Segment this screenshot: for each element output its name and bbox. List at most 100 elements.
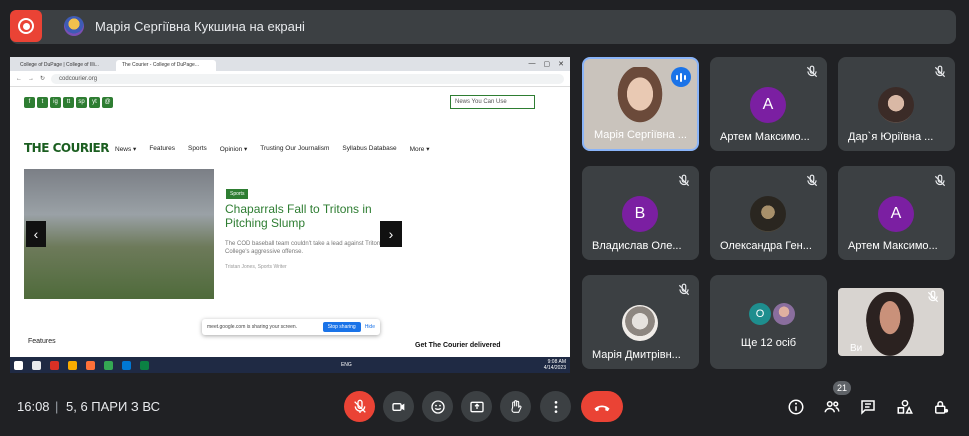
- lang-indicator: ENG: [340, 362, 352, 368]
- participant-tile[interactable]: А Артем Максимо...: [838, 166, 955, 260]
- avatar: [773, 303, 795, 325]
- participant-name: Артем Максимо...: [848, 240, 938, 252]
- tiktok-icon: tt: [63, 97, 74, 108]
- avatar: О: [749, 303, 771, 325]
- reactions-button[interactable]: [422, 391, 453, 422]
- raise-hand-button[interactable]: [500, 391, 531, 422]
- site-search-input: News You Can Use: [450, 95, 535, 109]
- participant-video: [614, 67, 666, 127]
- more-avatars: О: [749, 303, 795, 325]
- browser-tab-active: The Courier - College of DuPage...: [116, 60, 216, 71]
- info-icon: [788, 399, 804, 415]
- hero-image: ‹: [24, 169, 214, 299]
- avatar: А: [750, 87, 786, 123]
- participant-name: Дар`я Юріївна ...: [848, 131, 934, 143]
- separator: |: [55, 399, 59, 414]
- browser-tab: College of DuPage | College of Illi...: [20, 62, 99, 68]
- participant-tile[interactable]: Дар`я Юріївна ...: [838, 57, 955, 151]
- search-icon: [32, 360, 41, 370]
- mic-off-icon: [353, 399, 366, 413]
- site-nav: News ▾ Features Sports Opinion ▾ Trustin…: [115, 145, 429, 153]
- participant-tile[interactable]: Марія Сергіївна ...: [582, 57, 699, 151]
- hero-title: Chaparrals Fall to Tritons in Pitching S…: [225, 202, 372, 230]
- reload-icon: ↻: [40, 76, 46, 82]
- participant-tile[interactable]: А Артем Максимо...: [710, 57, 827, 151]
- twitter-icon: t: [37, 97, 48, 108]
- youtube-icon: yt: [89, 97, 100, 108]
- leave-call-button[interactable]: [581, 391, 623, 422]
- participant-tile[interactable]: Олександра Ген...: [710, 166, 827, 260]
- present-button[interactable]: [461, 391, 492, 422]
- hang-up-icon: [594, 405, 610, 411]
- record-icon: [18, 18, 34, 34]
- participant-name: Марія Сергіївна ...: [594, 129, 687, 141]
- participant-tile[interactable]: В Владислав Оле...: [582, 166, 699, 260]
- mic-off-icon: [806, 65, 818, 78]
- avatar: [622, 305, 658, 341]
- app-icon: [140, 360, 149, 370]
- speaking-icon: [671, 67, 691, 87]
- mic-off-icon: [927, 290, 939, 303]
- people-button[interactable]: [822, 397, 842, 417]
- browser-tabbar: College of DuPage | College of Illi... T…: [10, 57, 570, 71]
- nav-item: Opinion ▾: [219, 146, 248, 153]
- hero-description: The COD baseball team couldn't take a le…: [225, 241, 381, 255]
- hero-tag: Sports: [226, 189, 249, 199]
- more-participants-tile[interactable]: О Ще 12 осіб: [710, 275, 827, 369]
- emoji-icon: [430, 399, 445, 414]
- meeting-title: 5, 6 ПАРИ З ВС: [66, 399, 161, 414]
- hero-byline: Tristan Jones, Sports Writer: [225, 264, 287, 270]
- stop-sharing-button[interactable]: Stop sharing: [322, 322, 361, 332]
- avatar: [750, 196, 786, 232]
- os-clock: 9:08 AM 4/14/2023: [543, 359, 566, 371]
- participants-count-badge: 21: [833, 381, 852, 395]
- participant-name: Артем Максимо...: [720, 131, 810, 143]
- avatar: [878, 87, 914, 123]
- email-icon: @: [102, 97, 113, 108]
- self-view-tile[interactable]: Ви: [838, 288, 944, 356]
- recording-button[interactable]: [10, 10, 42, 42]
- window-controls: — ▢ ✕: [528, 60, 565, 68]
- participant-name: Владислав Оле...: [592, 240, 682, 252]
- camera-toggle-button[interactable]: [383, 391, 414, 422]
- mic-off-icon: [806, 174, 818, 187]
- nav-item: News ▾: [115, 146, 137, 153]
- shapes-icon: [897, 399, 913, 414]
- nav-item: Trusting Our Journalism: [260, 145, 330, 152]
- participant-name: Ви: [850, 343, 863, 354]
- chat-button[interactable]: [858, 397, 878, 417]
- sharing-notice-text: meet.google.com is sharing your screen.: [207, 324, 298, 330]
- url-field: codcourier.org: [51, 73, 564, 84]
- firefox-icon: [86, 360, 95, 370]
- meeting-details-button[interactable]: [786, 397, 806, 417]
- edge-icon: [122, 360, 131, 370]
- participant-tile[interactable]: Марія Дмитрівн...: [582, 275, 699, 369]
- facebook-icon: f: [24, 97, 35, 108]
- hide-button[interactable]: Hide: [365, 324, 375, 330]
- chrome-icon: [104, 360, 113, 370]
- hand-icon: [510, 399, 522, 413]
- activities-button[interactable]: [895, 397, 915, 417]
- self-video: [866, 292, 914, 356]
- mic-toggle-button[interactable]: [344, 391, 375, 422]
- more-options-button[interactable]: [540, 391, 571, 422]
- shared-screen: College of DuPage | College of Illi... T…: [10, 57, 570, 373]
- site-logo: THE COURIER: [24, 141, 110, 155]
- social-icons: f t ig tt sp yt @: [24, 97, 113, 108]
- app-icon: [50, 360, 59, 370]
- section-label: Features: [28, 338, 56, 345]
- promo-text: Get The Courier delivered: [415, 342, 501, 349]
- lock-person-icon: [935, 401, 949, 414]
- presenter-avatar: [64, 16, 84, 36]
- nav-item: Sports: [187, 145, 207, 152]
- nav-item: More ▾: [409, 146, 430, 153]
- address-bar: ← → ↻ codcourier.org: [10, 71, 570, 87]
- sharing-notice: meet.google.com is sharing your screen. …: [202, 319, 380, 335]
- presenting-label: Марія Сергіївна Кукшина на екрані: [95, 19, 305, 34]
- nav-item: Syllabus Database: [342, 145, 397, 152]
- mic-off-icon: [678, 174, 690, 187]
- mic-off-icon: [934, 65, 946, 78]
- host-controls-button[interactable]: [931, 397, 951, 417]
- os-taskbar: ENG 9:08 AM 4/14/2023: [10, 357, 570, 373]
- nav-item: Features: [149, 145, 175, 152]
